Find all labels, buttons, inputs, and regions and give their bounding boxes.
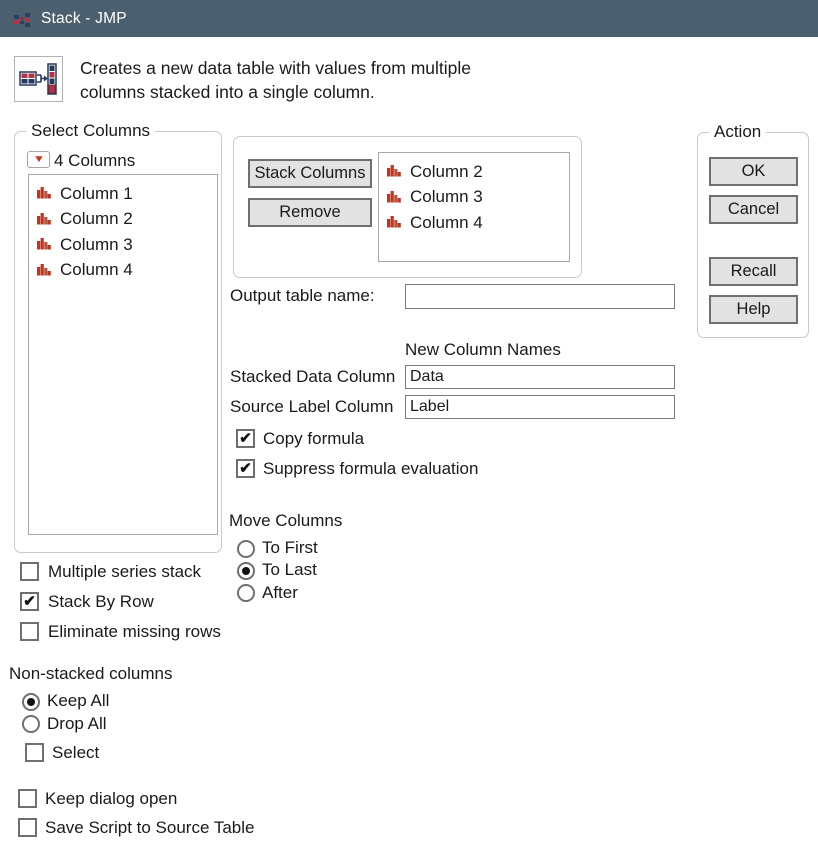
keep-all-label: Keep All bbox=[47, 691, 109, 711]
column-name: Column 2 bbox=[410, 162, 483, 182]
multiple-series-stack-label: Multiple series stack bbox=[48, 562, 201, 582]
description-line-2: columns stacked into a single column. bbox=[80, 81, 471, 105]
move-to-last-radio[interactable] bbox=[237, 562, 255, 580]
save-script-label: Save Script to Source Table bbox=[45, 818, 254, 838]
multiple-series-stack-checkbox[interactable]: ✔ bbox=[20, 562, 39, 581]
source-label-column-input[interactable] bbox=[405, 395, 675, 419]
drop-all-radio[interactable] bbox=[22, 715, 40, 733]
stack-by-row-label: Stack By Row bbox=[48, 592, 154, 612]
check-icon: ✔ bbox=[239, 459, 252, 477]
list-item[interactable]: Column 2 bbox=[29, 207, 217, 233]
cancel-button[interactable]: Cancel bbox=[709, 195, 798, 224]
eliminate-missing-rows-label: Eliminate missing rows bbox=[48, 622, 221, 642]
list-item[interactable]: Column 3 bbox=[29, 232, 217, 258]
recall-button[interactable]: Recall bbox=[709, 257, 798, 286]
continuous-column-icon bbox=[36, 186, 52, 201]
stack-dialog-window: Stack - JMP Creates a new data table wit… bbox=[0, 0, 818, 850]
output-table-name-input[interactable] bbox=[405, 284, 675, 309]
move-to-last-label: To Last bbox=[262, 560, 317, 580]
column-name: Column 4 bbox=[410, 213, 483, 233]
ok-button[interactable]: OK bbox=[709, 157, 798, 186]
column-name: Column 2 bbox=[60, 209, 133, 229]
move-after-radio[interactable] bbox=[237, 584, 255, 602]
check-icon: ✔ bbox=[23, 592, 36, 610]
keep-dialog-open-label: Keep dialog open bbox=[45, 789, 177, 809]
stack-illustration-icon bbox=[14, 56, 63, 102]
list-item[interactable]: Column 4 bbox=[29, 258, 217, 284]
action-group-label: Action bbox=[709, 122, 766, 142]
column-name: Column 3 bbox=[410, 187, 483, 207]
column-name: Column 3 bbox=[60, 235, 133, 255]
list-item[interactable]: Column 3 bbox=[379, 185, 569, 211]
suppress-formula-evaluation-checkbox[interactable]: ✔ bbox=[236, 459, 255, 478]
app-icon bbox=[13, 10, 31, 28]
stacked-data-column-label: Stacked Data Column bbox=[230, 367, 395, 387]
copy-formula-checkbox[interactable]: ✔ bbox=[236, 429, 255, 448]
column-name: Column 4 bbox=[60, 260, 133, 280]
check-icon: ✔ bbox=[239, 429, 252, 447]
continuous-column-icon bbox=[386, 164, 402, 179]
move-to-first-label: To First bbox=[262, 538, 318, 558]
keep-dialog-open-checkbox[interactable]: ✔ bbox=[18, 789, 37, 808]
dialog-description: Creates a new data table with values fro… bbox=[80, 57, 471, 104]
source-label-column-label: Source Label Column bbox=[230, 397, 393, 417]
list-item[interactable]: Column 4 bbox=[379, 210, 569, 236]
select-columns-group-label: Select Columns bbox=[26, 121, 155, 141]
select-columns-checkbox[interactable]: ✔ bbox=[25, 743, 44, 762]
new-column-names-header: New Column Names bbox=[405, 340, 561, 360]
stacked-data-column-input[interactable] bbox=[405, 365, 675, 389]
column-name: Column 1 bbox=[60, 184, 133, 204]
stacked-columns-list[interactable]: Column 2 Column 3 Column 4 bbox=[378, 152, 570, 262]
stack-columns-button[interactable]: Stack Columns bbox=[248, 159, 372, 188]
output-table-name-label: Output table name: bbox=[230, 286, 375, 306]
source-columns-list[interactable]: Column 1 Column 2 Column 3 Column 4 bbox=[28, 174, 218, 535]
continuous-column-icon bbox=[386, 215, 402, 230]
keep-all-radio[interactable] bbox=[22, 693, 40, 711]
move-to-first-radio[interactable] bbox=[237, 540, 255, 558]
suppress-formula-evaluation-label: Suppress formula evaluation bbox=[263, 459, 478, 479]
save-script-checkbox[interactable]: ✔ bbox=[18, 818, 37, 837]
continuous-column-icon bbox=[36, 237, 52, 252]
copy-formula-label: Copy formula bbox=[263, 429, 364, 449]
continuous-column-icon bbox=[36, 212, 52, 227]
continuous-column-icon bbox=[36, 263, 52, 278]
columns-filter-menu-button[interactable]: ▼ bbox=[27, 151, 50, 168]
remove-button[interactable]: Remove bbox=[248, 198, 372, 227]
drop-all-label: Drop All bbox=[47, 714, 107, 734]
continuous-column-icon bbox=[386, 190, 402, 205]
list-item[interactable]: Column 2 bbox=[379, 159, 569, 185]
red-triangle-icon: ▼ bbox=[32, 155, 44, 165]
list-item[interactable]: Column 1 bbox=[29, 181, 217, 207]
description-line-1: Creates a new data table with values fro… bbox=[80, 57, 471, 81]
non-stacked-columns-label: Non-stacked columns bbox=[9, 664, 172, 684]
window-title: Stack - JMP bbox=[41, 10, 127, 28]
move-after-label: After bbox=[262, 583, 298, 603]
eliminate-missing-rows-checkbox[interactable]: ✔ bbox=[20, 622, 39, 641]
select-columns-checkbox-label: Select bbox=[52, 743, 99, 763]
columns-count-label: 4 Columns bbox=[54, 151, 135, 171]
help-button[interactable]: Help bbox=[709, 295, 798, 324]
move-columns-label: Move Columns bbox=[229, 511, 342, 531]
title-bar: Stack - JMP bbox=[0, 0, 818, 37]
stack-by-row-checkbox[interactable]: ✔ bbox=[20, 592, 39, 611]
